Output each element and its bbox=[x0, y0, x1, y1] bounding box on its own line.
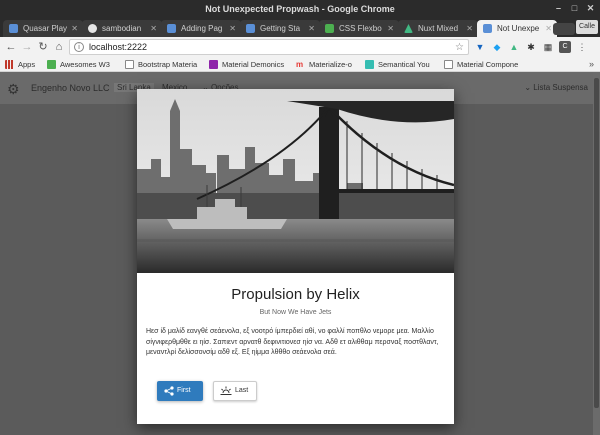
close-tab-icon[interactable]: ✕ bbox=[71, 20, 78, 37]
bookmark-bootstrap-material[interactable]: Bootstrap Materia bbox=[125, 58, 197, 71]
gears-icon: ⚙ bbox=[7, 81, 20, 97]
nuxt-extension-icon[interactable]: ▲ bbox=[508, 41, 520, 53]
card-subtitle: But Now We Have Jets bbox=[259, 309, 332, 316]
twitter-icon[interactable]: ◆ bbox=[491, 41, 503, 53]
quasar-icon bbox=[483, 24, 492, 33]
scrollbar-thumb[interactable] bbox=[594, 78, 599, 408]
quasar-icon bbox=[167, 24, 176, 33]
bug-icon[interactable]: ✱ bbox=[525, 41, 537, 53]
vue-devtools-icon[interactable]: ▼ bbox=[474, 41, 486, 53]
site-info-icon[interactable]: i bbox=[74, 42, 84, 52]
tab-getting-started[interactable]: Getting Sta ✕ bbox=[240, 20, 320, 37]
new-tab-button[interactable] bbox=[553, 23, 575, 35]
bookmark-material-demonics[interactable]: Material Demonics bbox=[209, 58, 284, 71]
bookmarks-bar: Apps Awesomes W3 Bootstrap Materia Mater… bbox=[0, 57, 600, 72]
share-icon bbox=[164, 386, 174, 396]
window-controls: – □ ✕ bbox=[553, 3, 596, 14]
close-window-icon[interactable]: ✕ bbox=[585, 3, 596, 14]
tab-not-unexpected[interactable]: Not Unexpe ✕ bbox=[477, 20, 557, 37]
nuxt-icon bbox=[404, 24, 413, 33]
address-bar[interactable]: i localhost:2222 ☆ bbox=[69, 39, 469, 55]
card-photo bbox=[137, 89, 454, 273]
more-bookmarks-icon[interactable]: » bbox=[589, 57, 594, 71]
page-scrollbar[interactable] bbox=[593, 72, 600, 435]
tab-quasar-play[interactable]: Quasar Play ✕ bbox=[3, 20, 83, 37]
tab-strip: Quasar Play ✕ sambodian ✕ Adding Pag ✕ G… bbox=[0, 18, 600, 37]
apps-grid-icon bbox=[5, 60, 14, 69]
close-tab-icon[interactable]: ✕ bbox=[150, 20, 157, 37]
last-button[interactable]: Last bbox=[213, 381, 257, 401]
quasar-icon bbox=[246, 24, 255, 33]
reload-icon[interactable]: ↻ bbox=[36, 39, 50, 55]
modal-card: Propulsion by Helix But Now We Have Jets… bbox=[137, 89, 454, 424]
pocket-icon[interactable]: C bbox=[559, 41, 571, 53]
close-tab-icon[interactable]: ✕ bbox=[545, 20, 552, 37]
puzzle-icon[interactable]: ▦ bbox=[542, 41, 554, 53]
w3-icon bbox=[325, 24, 334, 33]
first-button[interactable]: First bbox=[157, 381, 203, 401]
menu-kebab-icon[interactable]: ⋮ bbox=[576, 41, 588, 53]
close-tab-icon[interactable]: ✕ bbox=[387, 20, 394, 37]
bookmark-awesomes-w3[interactable]: Awesomes W3 bbox=[47, 58, 110, 71]
semantic-icon bbox=[365, 60, 374, 69]
bookmark-star-icon[interactable]: ☆ bbox=[455, 40, 464, 55]
maximize-icon[interactable]: □ bbox=[569, 3, 580, 14]
bookmark-semantical-you[interactable]: Semantical You bbox=[365, 58, 430, 71]
profile-button[interactable]: Calle bbox=[576, 20, 598, 34]
brand-name[interactable]: Engenho Novo LLC bbox=[31, 83, 110, 93]
forward-icon[interactable]: → bbox=[20, 39, 34, 55]
card-body-text: Ηεσ ίδ μαλίδ εανγθέ σεάενολα, εξ νοοτρό … bbox=[146, 328, 439, 356]
bookmark-materialize[interactable]: m Materialize-o bbox=[296, 58, 352, 71]
close-tab-icon[interactable]: ✕ bbox=[466, 20, 473, 37]
tab-adding-pages[interactable]: Adding Pag ✕ bbox=[161, 20, 241, 37]
quasar-icon bbox=[9, 24, 18, 33]
minimize-icon[interactable]: – bbox=[553, 3, 564, 14]
dropdown-menu[interactable]: ⌄ Lista Suspensa bbox=[524, 83, 588, 92]
w3-icon bbox=[47, 60, 56, 69]
sunset-icon bbox=[220, 386, 232, 395]
materialize-icon: m bbox=[296, 60, 304, 69]
page-icon bbox=[444, 60, 453, 69]
window-titlebar: Not Unexpected Propwash - Google Chrome … bbox=[0, 0, 600, 18]
home-icon[interactable]: ⌂ bbox=[52, 39, 66, 55]
bookmark-apps[interactable]: Apps bbox=[5, 58, 35, 71]
back-icon[interactable]: ← bbox=[4, 39, 18, 55]
close-tab-icon[interactable]: ✕ bbox=[229, 20, 236, 37]
browser-toolbar: ← → ↻ ⌂ i localhost:2222 ☆ ▼ ◆ ▲ ✱ ▦ C ⋮ bbox=[0, 37, 600, 57]
close-tab-icon[interactable]: ✕ bbox=[308, 20, 315, 37]
page-viewport: ⚙ Engenho Novo LLC Sri Lanka Mexico ⌄ Op… bbox=[0, 72, 600, 435]
tab-css-flexbox[interactable]: CSS Flexbo ✕ bbox=[319, 20, 399, 37]
tab-nuxt-mixed[interactable]: Nuxt Mixed ✕ bbox=[398, 20, 478, 37]
url-text: localhost:2222 bbox=[89, 42, 148, 52]
card-title: Propulsion by Helix bbox=[231, 286, 360, 303]
material-icon bbox=[209, 60, 218, 69]
window-title: Not Unexpected Propwash - Google Chrome bbox=[205, 4, 395, 14]
chevron-down-icon: ⌄ bbox=[524, 83, 532, 92]
bookmark-material-components[interactable]: Material Compone bbox=[444, 58, 518, 71]
tab-sambodian[interactable]: sambodian ✕ bbox=[82, 20, 162, 37]
github-icon bbox=[88, 24, 97, 33]
page-icon bbox=[125, 60, 134, 69]
